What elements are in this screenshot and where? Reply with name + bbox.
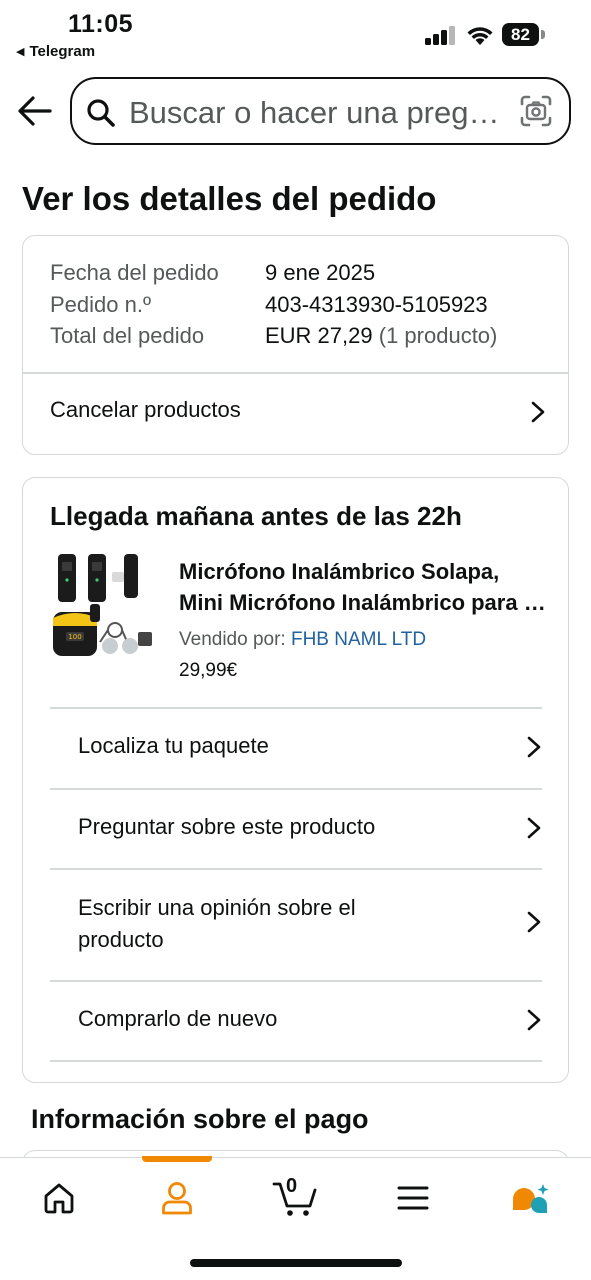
order-total-amount: EUR 27,29 (265, 323, 373, 348)
status-time: 11:05 (68, 10, 134, 38)
seller-link[interactable]: FHB NAML LTD (291, 629, 426, 650)
order-number-label: Pedido n.º (50, 292, 151, 317)
write-review-label: Escribir una opinión sobre el producto (78, 895, 356, 952)
nav-active-indicator (142, 1156, 212, 1162)
buy-again-row[interactable]: Comprarlo de nuevo (23, 981, 568, 1061)
battery-indicator: 82 (502, 23, 539, 46)
back-to-app[interactable]: ◀ Telegram (16, 43, 95, 60)
product-image[interactable]: 100 (50, 552, 158, 662)
chevron-right-icon (527, 911, 541, 933)
camera-scan-icon[interactable] (519, 94, 553, 128)
chevron-right-icon (527, 1009, 541, 1031)
ask-product-row[interactable]: Preguntar sobre este producto (23, 789, 568, 869)
menu-icon (397, 1186, 429, 1210)
divider (50, 1060, 542, 1062)
delivery-status-title: Llegada mañana antes de las 22h (50, 501, 462, 531)
product-title-line1: Micrófono Inalámbrico Solapa, (179, 559, 500, 584)
search-bar[interactable]: Buscar o hacer una pregunta (70, 77, 571, 145)
ask-product-label: Preguntar sobre este producto (78, 814, 376, 839)
nav-menu[interactable] (383, 1176, 443, 1220)
profile-icon (162, 1182, 192, 1215)
order-total-label: Total del pedido (50, 323, 205, 348)
chevron-right-icon (531, 401, 545, 423)
product-price: 29,99€ (179, 660, 238, 681)
home-indicator[interactable] (190, 1259, 402, 1267)
cancel-products-row[interactable]: Cancelar productos (23, 373, 568, 454)
order-date-label: Fecha del pedido (50, 260, 219, 285)
nav-rufus[interactable] (500, 1176, 560, 1220)
product-title[interactable]: Micrófono Inalámbrico Solapa, Mini Micró… (179, 556, 549, 618)
track-package-row[interactable]: Localiza tu paquete (23, 708, 568, 788)
back-triangle-icon: ◀ (16, 46, 25, 58)
shipment-card: Llegada mañana antes de las 22h 100 Micr… (22, 477, 569, 1083)
rufus-icon (513, 1184, 549, 1213)
order-total-value: EUR 27,29 (1 producto) (265, 323, 497, 349)
back-arrow-icon[interactable] (16, 92, 54, 130)
home-icon (44, 1183, 74, 1214)
chevron-right-icon (527, 736, 541, 758)
search-input[interactable]: Buscar o hacer una pregunta (129, 95, 504, 131)
order-number-value: 403-4313930-5105923 (265, 292, 488, 317)
seller-info: Vendido por: FHB NAML LTD (179, 629, 426, 651)
cellular-signal-icon (425, 25, 456, 45)
buy-again-label: Comprarlo de nuevo (78, 1006, 278, 1031)
order-summary-card: Fecha del pedido 9 ene 2025 Pedido n.º 4… (22, 235, 569, 455)
track-package-label: Localiza tu paquete (78, 733, 269, 758)
svg-text:100: 100 (68, 633, 81, 641)
product-title-line2: Mini Micrófono Inalámbrico para iPhone (179, 590, 549, 615)
page-title: Ver los detalles del pedido (22, 180, 437, 217)
nav-cart[interactable]: 0 (265, 1175, 325, 1220)
battery-tip (541, 30, 545, 39)
write-review-row[interactable]: Escribir una opinión sobre el producto (23, 869, 568, 980)
payment-info-title: Información sobre el pago (31, 1104, 369, 1134)
cancel-products-label: Cancelar productos (50, 397, 241, 422)
back-app-label: Telegram (29, 43, 96, 60)
cart-count: 0 (286, 1175, 298, 1197)
nav-profile[interactable] (147, 1176, 207, 1220)
wifi-icon (467, 27, 493, 45)
search-icon (87, 99, 115, 127)
order-date-value: 9 ene 2025 (265, 260, 376, 285)
nav-home[interactable] (29, 1176, 89, 1220)
order-total-count: (1 producto) (378, 323, 498, 348)
sold-by-label: Vendido por: (179, 629, 286, 650)
chevron-right-icon (527, 817, 541, 839)
